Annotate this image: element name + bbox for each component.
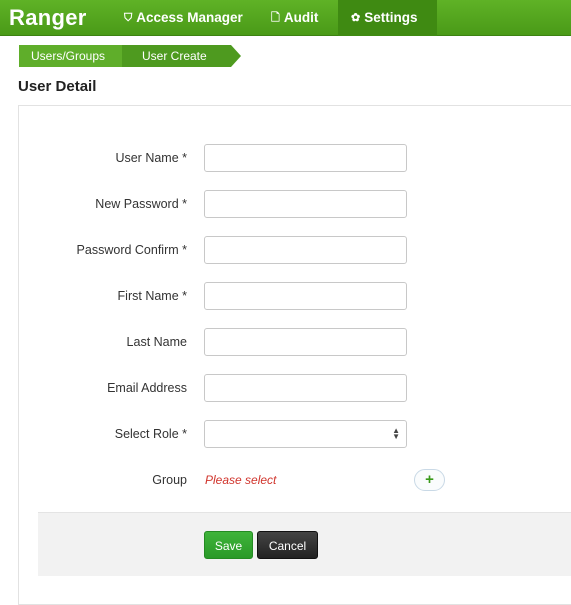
group-select[interactable]: Please select [205,466,276,494]
email-label: Email Address [107,381,187,395]
user-detail-form: User Name * New Password * Password Conf… [18,105,571,605]
user-name-label: User Name * [115,151,187,165]
breadcrumb-users-groups[interactable]: Users/Groups [19,45,134,67]
first-name-label: First Name * [117,289,187,303]
nav-settings[interactable]: ✿ Settings [338,0,437,36]
user-name-row: User Name * [19,144,571,172]
nav-access-manager[interactable]: ⛉ Access Manager [124,0,243,36]
cancel-button[interactable]: Cancel [257,531,318,559]
last-name-row: Last Name [19,328,571,356]
breadcrumb-user-create: User Create [122,45,241,67]
top-navbar: Ranger ⛉ Access Manager 🗋 Audit ✿ Settings [0,0,571,36]
nav-audit-label: Audit [283,10,319,25]
first-name-input[interactable] [204,282,407,310]
new-password-label: New Password * [95,197,187,211]
page-title: User Detail [18,78,97,95]
nav-audit[interactable]: 🗋 Audit [271,0,318,36]
save-button[interactable]: Save [204,531,253,559]
email-input[interactable] [204,374,407,402]
group-row: Group Please select + [19,466,571,494]
nav-settings-label: Settings [364,10,418,25]
shield-icon: ⛉ [124,12,133,24]
password-confirm-row: Password Confirm * [19,236,571,264]
select-role-label: Select Role * [114,427,187,441]
form-actions: Save Cancel [38,512,571,576]
new-password-row: New Password * [19,190,571,218]
email-row: Email Address [19,374,571,402]
group-label: Group [152,473,187,487]
nav-access-manager-label: Access Manager [136,10,243,25]
last-name-label: Last Name [126,335,187,349]
select-arrows-icon: ▲ ▼ [392,426,400,441]
password-confirm-input[interactable] [204,236,407,264]
file-icon: 🗋 [271,12,280,24]
plus-icon: + [425,471,434,488]
role-select[interactable]: ▲ ▼ [204,420,407,448]
add-group-button[interactable]: + [414,469,445,491]
last-name-input[interactable] [204,328,407,356]
select-role-row: Select Role * ▲ ▼ [19,420,571,448]
user-name-input[interactable] [204,144,407,172]
first-name-row: First Name * [19,282,571,310]
brand-logo[interactable]: Ranger [9,4,87,32]
new-password-input[interactable] [204,190,407,218]
gear-icon: ✿ [351,12,361,24]
password-confirm-label: Password Confirm * [76,243,187,257]
